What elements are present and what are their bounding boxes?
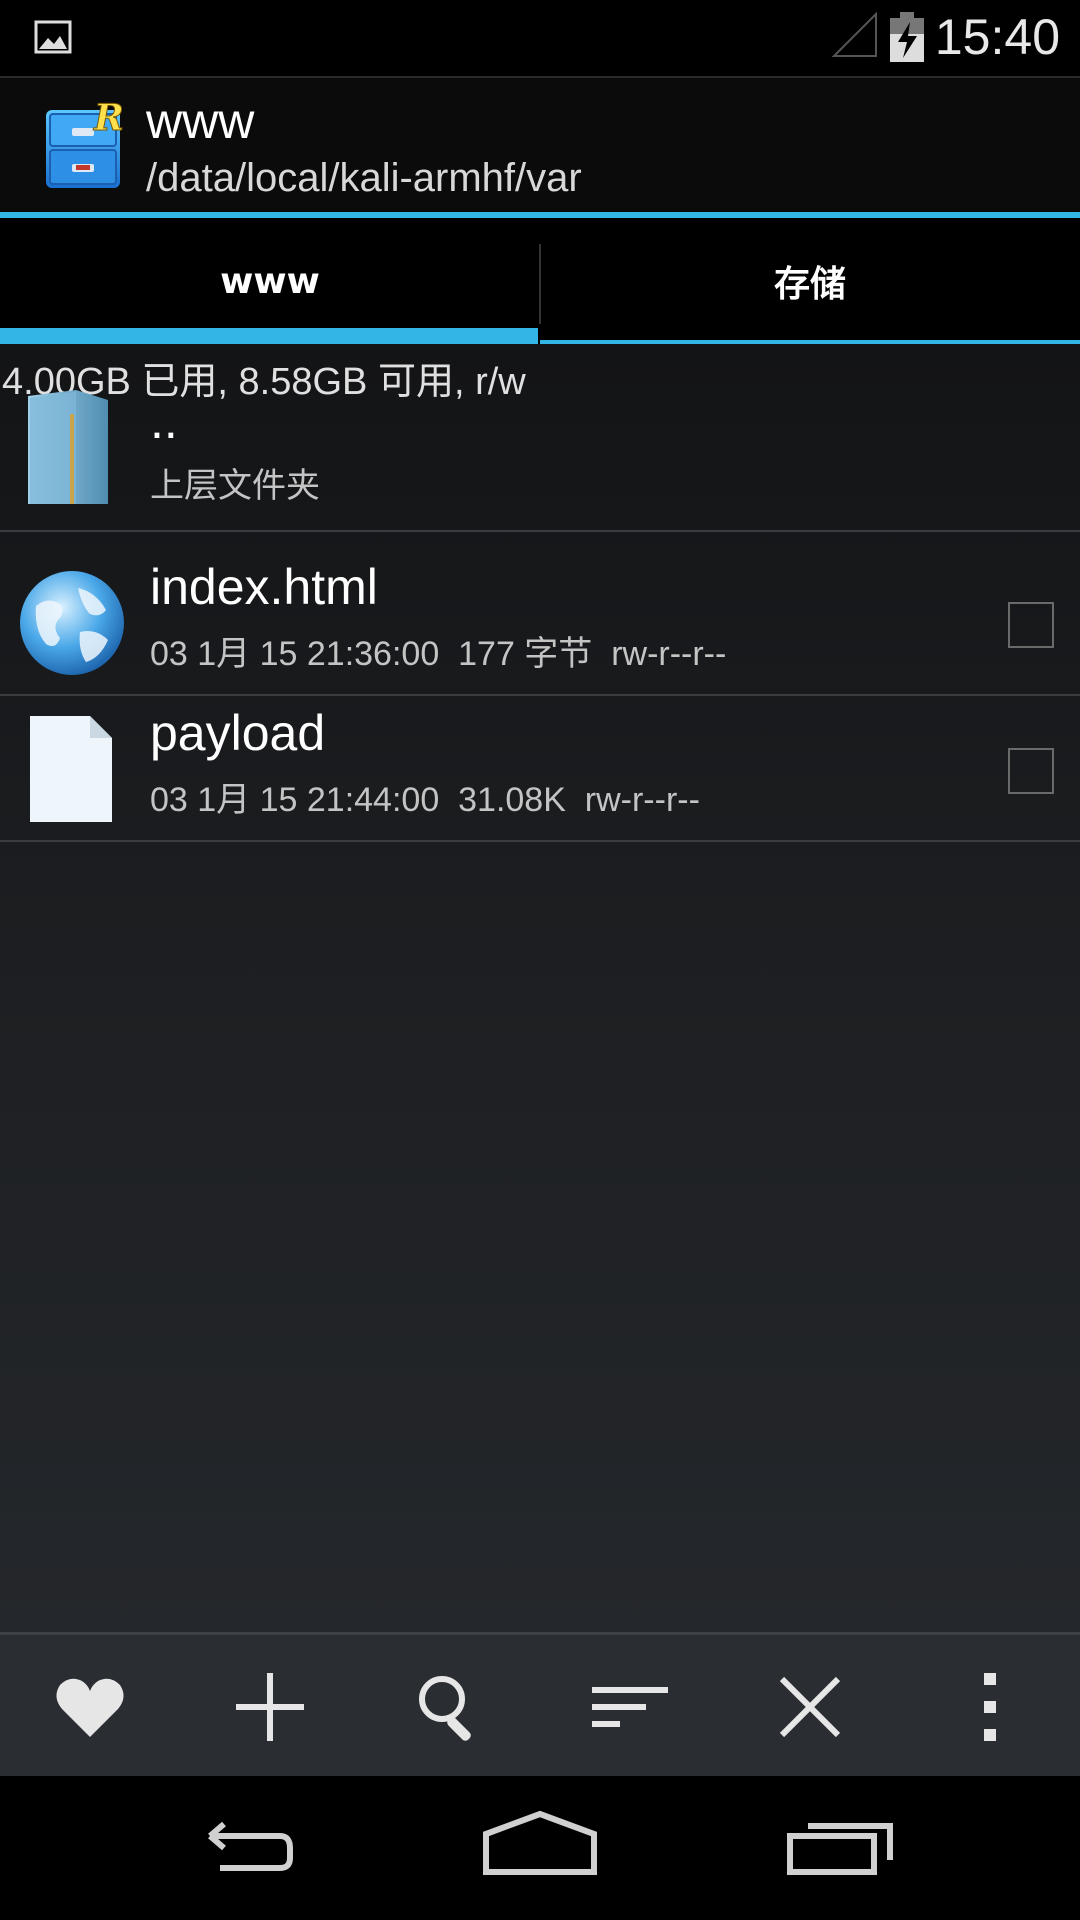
home-icon <box>483 1810 597 1875</box>
root-explorer-app-icon[interactable]: R <box>44 100 126 190</box>
file-meta: 03 1月 15 21:36:00 177 字节 rw-r--r-- <box>150 635 727 673</box>
action-bar: R www /data/local/kali-armhf/var <box>0 78 1080 212</box>
file-name: index.html <box>150 559 378 615</box>
svg-text:R: R <box>93 100 124 139</box>
tab-www[interactable]: www <box>0 218 540 344</box>
favorites-button[interactable] <box>50 1667 130 1747</box>
globe-icon <box>20 571 124 675</box>
image-notification-icon <box>34 20 72 54</box>
file-meta: 03 1月 15 21:44:00 31.08K rw-r--r-- <box>150 781 700 819</box>
file-meta: 上层文件夹 <box>150 467 320 505</box>
battery-charging-icon <box>890 12 924 62</box>
navigation-bar <box>0 1776 1080 1920</box>
file-row-index-html[interactable]: index.html 03 1月 15 21:36:00 177 字节 rw-r… <box>0 550 1080 696</box>
parent-folder-row[interactable]: .. 上层文件夹 <box>0 390 1080 532</box>
document-icon <box>30 716 112 822</box>
bottom-action-bar <box>0 1632 1080 1776</box>
tab-bar: www 存储 <box>0 218 1080 344</box>
current-path: /data/local/kali-armhf/var <box>146 156 582 200</box>
search-icon <box>419 1676 471 1741</box>
select-checkbox[interactable] <box>1008 748 1054 794</box>
tab-indicator-active <box>0 328 538 344</box>
file-row-payload[interactable]: payload 03 1月 15 21:44:00 31.08K rw-r--r… <box>0 696 1080 842</box>
file-list: 4.00GB 已用, 8.58GB 可用, r/w .. 上层文件夹 index… <box>0 344 1080 1632</box>
home-button[interactable] <box>480 1806 600 1890</box>
plus-icon <box>236 1673 304 1741</box>
recents-icon <box>787 1823 893 1875</box>
signal-icon <box>832 12 877 57</box>
action-bar-title: www <box>146 93 255 149</box>
file-name: payload <box>150 705 326 761</box>
overflow-menu-button[interactable] <box>950 1667 1030 1747</box>
tab-storage[interactable]: 存储 <box>540 218 1080 344</box>
sort-button[interactable] <box>590 1667 670 1747</box>
close-icon <box>779 1676 841 1738</box>
back-icon <box>208 1821 293 1871</box>
back-button[interactable] <box>180 1806 300 1890</box>
sort-icon <box>592 1687 668 1727</box>
file-name: .. <box>150 393 178 449</box>
search-button[interactable] <box>410 1667 490 1747</box>
status-bar: 15:40 <box>0 0 1080 76</box>
select-checkbox[interactable] <box>1008 602 1054 648</box>
overflow-menu-icon <box>984 1673 996 1741</box>
new-button[interactable] <box>230 1667 310 1747</box>
status-clock: 15:40 <box>934 9 1060 65</box>
recents-button[interactable] <box>780 1806 900 1890</box>
heart-icon <box>56 1678 124 1737</box>
close-button[interactable] <box>770 1667 850 1747</box>
folder-icon <box>28 390 108 504</box>
